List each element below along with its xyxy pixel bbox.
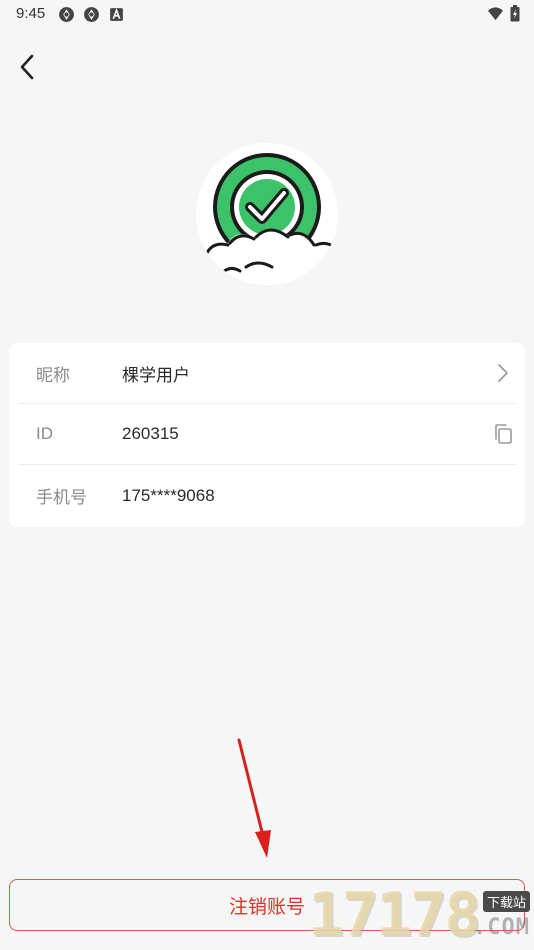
sync-icon [84,7,99,22]
watermark-site-label: 下载站 [482,891,530,912]
nickname-value: 棵学用户 [122,365,190,385]
chevron-right-icon [492,362,514,384]
watermark-logo: 17178 下载站 .COM [308,885,534,950]
copy-icon[interactable] [492,423,514,445]
avatar[interactable] [196,143,338,285]
nickname-row[interactable]: 昵称 棵学用户 [18,343,516,404]
wifi-icon [487,7,504,21]
id-row: ID 260315 [18,404,516,465]
profile-info-card: 昵称 棵学用户 ID 260315 手机号 175****9068 [9,343,525,527]
status-system-icons [487,5,520,22]
battery-icon [510,5,520,22]
phone-label: 手机号 [36,488,87,507]
status-time: 9:45 [16,5,46,22]
sync-icon [59,7,74,22]
watermark-domain: .COM [473,915,530,940]
phone-value: 175****9068 [122,485,215,505]
account-screen: 9:45 昵称 棵学用户 ID 260315 手机号 175****9068 注… [0,0,534,950]
watermark-number: 17178 [308,880,481,950]
back-button[interactable] [10,50,44,84]
nickname-label: 昵称 [36,365,70,385]
id-value: 260315 [122,424,179,443]
status-notification-icons [58,6,125,23]
chevron-left-icon [20,54,34,80]
annotation-arrow-icon [237,738,271,858]
font-a-icon [110,7,123,21]
status-bar: 9:45 [0,0,534,28]
green-check-cloud-avatar-icon [196,143,338,285]
phone-row: 手机号 175****9068 [18,465,516,526]
id-label: ID [36,424,53,443]
